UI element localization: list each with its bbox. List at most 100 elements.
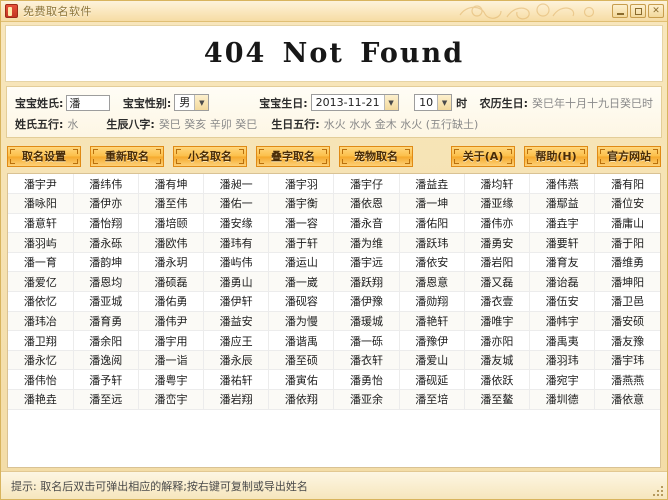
name-cell[interactable]: 潘为慢 [268, 311, 335, 332]
name-cell[interactable]: 潘佑一 [203, 193, 270, 214]
name-cell[interactable]: 潘宇玮 [594, 350, 660, 371]
name-cell[interactable]: 潘至鳌 [464, 389, 531, 410]
name-cell[interactable]: 潘宛宇 [529, 369, 596, 391]
help-button[interactable]: 帮助(H) [524, 145, 588, 167]
name-cell[interactable]: 潘逸阅 [73, 350, 139, 371]
name-cell[interactable]: 潘佑勇 [138, 291, 205, 312]
naming-settings-button[interactable]: 取名设置 [7, 145, 81, 167]
name-cell[interactable]: 潘一育 [8, 252, 74, 273]
name-cell[interactable]: 潘于阳 [594, 232, 660, 253]
name-cell[interactable]: 潘峦宇 [138, 389, 205, 410]
name-cell[interactable]: 潘依恩 [333, 193, 400, 214]
name-cell[interactable]: 潘鄢益 [529, 193, 596, 214]
name-cell[interactable]: 潘勇山 [203, 271, 270, 293]
name-cell[interactable]: 潘韵坤 [73, 252, 139, 273]
name-cell[interactable]: 潘帏宇 [529, 311, 596, 332]
name-cell[interactable]: 潘依安 [399, 252, 465, 273]
name-cell[interactable]: 潘唯宇 [464, 311, 531, 332]
name-cell[interactable]: 潘粤宇 [138, 369, 205, 391]
name-cell[interactable]: 潘运山 [268, 252, 335, 273]
name-results-grid[interactable]: 潘宇尹 潘纬伟 潘有坤 潘昶一 潘宇羽 潘宇仔 潘益垚 潘均轩 潘伟燕 潘有阳 潘咏阳 潘伊亦 潘至伟潘… [7, 173, 661, 468]
name-cell[interactable]: 潘爱亿 [8, 271, 74, 293]
maximize-button[interactable] [630, 4, 646, 18]
name-cell[interactable]: 潘玮有 [203, 232, 270, 253]
name-cell[interactable]: 潘跃玮 [399, 232, 465, 253]
name-cell[interactable]: 潘豫伊 [399, 330, 465, 351]
name-cell[interactable]: 潘圳德 [529, 389, 596, 410]
name-cell[interactable]: 潘依翔 [268, 389, 335, 410]
name-cell[interactable]: 潘又磊 [464, 271, 531, 293]
close-button[interactable]: ✕ [648, 4, 664, 18]
name-cell[interactable]: 潘祐轩 [203, 369, 270, 391]
name-cell[interactable]: 潘燕燕 [594, 369, 660, 391]
name-cell[interactable]: 潘依忆 [8, 291, 74, 312]
about-button[interactable]: 关于(A) [451, 145, 515, 167]
birth-hour-select[interactable]: 10 ▼ [414, 94, 453, 111]
name-cell[interactable]: 潘硕磊 [138, 271, 205, 293]
name-cell[interactable]: 潘伊亦 [73, 193, 139, 214]
name-cell[interactable]: 潘亦阳 [464, 330, 531, 351]
name-cell[interactable]: 潘有坤 [138, 174, 205, 195]
surname-input[interactable] [66, 94, 111, 111]
name-cell[interactable]: 潘玮冶 [8, 311, 74, 332]
name-cell[interactable]: 潘艳轩 [399, 311, 465, 332]
reduplicated-name-button[interactable]: 叠字取名 [256, 145, 330, 167]
name-cell[interactable]: 潘诒磊 [529, 271, 596, 293]
name-cell[interactable]: 潘维勇 [594, 252, 660, 273]
nickname-button[interactable]: 小名取名 [173, 145, 247, 167]
name-cell[interactable]: 潘怡翔 [73, 213, 139, 234]
name-cell[interactable]: 潘培颐 [138, 213, 205, 234]
name-cell[interactable]: 潘宇仔 [333, 174, 400, 195]
name-cell[interactable]: 潘佑阳 [399, 213, 465, 234]
name-cell[interactable]: 潘砚延 [399, 369, 465, 391]
name-cell[interactable]: 潘伊豫 [333, 291, 400, 312]
resize-grip-icon[interactable] [652, 485, 663, 496]
name-cell[interactable]: 潘衣轩 [333, 350, 400, 371]
name-cell[interactable]: 潘一容 [268, 213, 335, 234]
name-cell[interactable]: 潘勋翔 [399, 291, 465, 312]
name-cell[interactable]: 潘安缘 [203, 213, 270, 234]
name-cell[interactable]: 潘至培 [399, 389, 465, 410]
name-cell[interactable]: 潘依意 [594, 389, 660, 410]
name-cell[interactable]: 潘有阳 [594, 174, 660, 195]
name-cell[interactable]: 潘羽玮 [529, 350, 596, 371]
official-website-button[interactable]: 官方网站 [597, 145, 661, 167]
name-cell[interactable]: 潘宇羽 [268, 174, 335, 195]
name-cell[interactable]: 潘育勇 [73, 311, 139, 332]
name-cell[interactable]: 潘伟燕 [529, 174, 596, 195]
name-cell[interactable]: 潘卫邑 [594, 291, 660, 312]
name-cell[interactable]: 潘一坤 [399, 193, 465, 214]
name-cell[interactable]: 潘一诣 [138, 350, 205, 371]
name-cell[interactable]: 潘友豫 [594, 330, 660, 351]
rename-button[interactable]: 重新取名 [90, 145, 164, 167]
name-cell[interactable]: 潘岩翔 [203, 389, 270, 410]
name-cell[interactable]: 潘宇尹 [8, 174, 74, 195]
name-cell[interactable]: 潘欧伟 [138, 232, 205, 253]
name-cell[interactable]: 潘至远 [73, 389, 139, 410]
name-cell[interactable]: 潘昶一 [203, 174, 270, 195]
name-cell[interactable]: 潘禹夷 [529, 330, 596, 351]
name-cell[interactable]: 潘伟尹 [138, 311, 205, 332]
name-cell[interactable]: 潘砚容 [268, 291, 335, 312]
name-cell[interactable]: 潘勇怡 [333, 369, 400, 391]
name-cell[interactable]: 潘宇衡 [268, 193, 335, 214]
name-cell[interactable]: 潘屿伟 [203, 252, 270, 273]
name-cell[interactable]: 潘至伟 [138, 193, 205, 214]
gender-select[interactable]: 男 ▼ [174, 94, 210, 111]
name-cell[interactable]: 潘纬伟 [73, 174, 139, 195]
pet-name-button[interactable]: 宠物取名 [339, 145, 413, 167]
name-cell[interactable]: 潘依跃 [464, 369, 531, 391]
minimize-button[interactable] [612, 4, 628, 18]
name-cell[interactable]: 潘永辰 [203, 350, 270, 371]
name-cell[interactable]: 潘宇远 [333, 252, 400, 273]
name-cell[interactable]: 潘予轩 [73, 369, 139, 391]
name-cell[interactable]: 潘衣壹 [464, 291, 531, 312]
birthday-date-picker[interactable]: 2013-11-21 ▼ [310, 94, 399, 111]
name-cell[interactable]: 潘永音 [333, 213, 400, 234]
name-cell[interactable]: 潘岩阳 [464, 252, 531, 273]
name-cell[interactable]: 潘谐禹 [268, 330, 335, 351]
name-cell[interactable]: 潘要轩 [529, 232, 596, 253]
name-cell[interactable]: 潘艳垚 [8, 389, 74, 410]
name-cell[interactable]: 潘育友 [529, 252, 596, 273]
name-cell[interactable]: 潘坤阳 [594, 271, 660, 293]
